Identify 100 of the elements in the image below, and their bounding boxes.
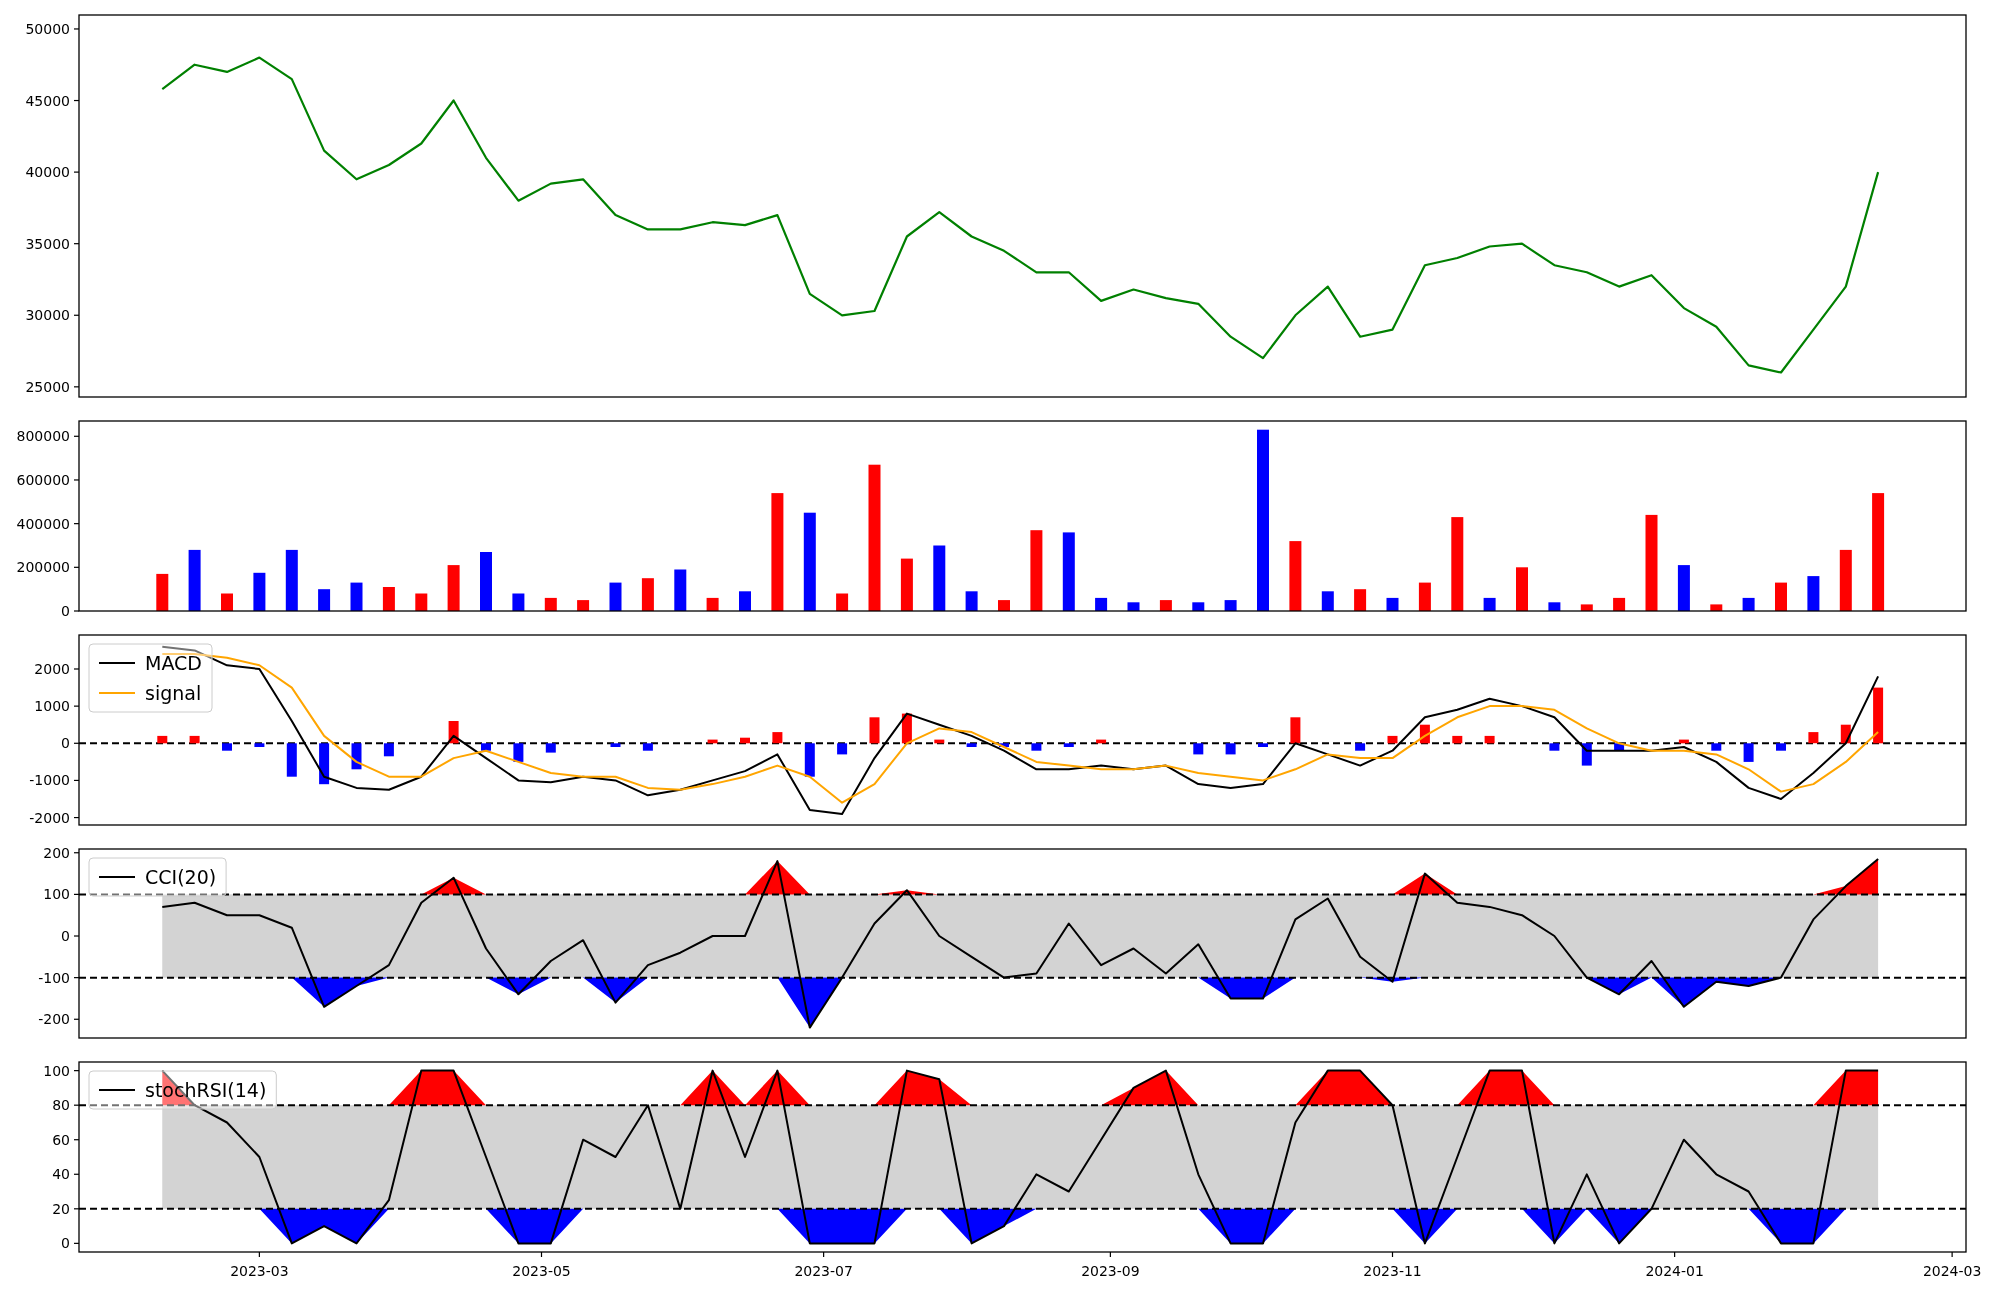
histogram-bar (642, 743, 653, 751)
volume-bar (1159, 600, 1172, 611)
volume-bar (318, 589, 331, 611)
tick-mark (73, 1242, 80, 1244)
y-tick-label: 200 (43, 844, 70, 861)
volume-bar (1710, 604, 1723, 611)
tick-mark (73, 99, 80, 102)
tick-mark (73, 935, 80, 937)
y-tick-label: 600000 (16, 471, 70, 488)
histogram-bar (1873, 687, 1884, 744)
volume-bar (447, 565, 460, 611)
tick-mark (73, 742, 80, 744)
volume-bar (156, 573, 169, 611)
volume-bar (1613, 597, 1626, 611)
tick-mark (73, 610, 80, 612)
histogram-bar (222, 743, 232, 751)
volume-bar (1289, 541, 1302, 611)
histogram-bar (383, 743, 394, 757)
y-tick-label: -2000 (29, 809, 70, 826)
volume-bar (1354, 589, 1367, 611)
volume-bar (1775, 582, 1787, 611)
volume-bar (674, 569, 687, 611)
tick-mark (73, 1208, 80, 1210)
legend-label: stochRSI(14) (145, 1079, 267, 1101)
x-tick-label: 2024-01 (1645, 1263, 1704, 1279)
legend-label: MACD (145, 652, 202, 674)
volume-bar (1839, 549, 1852, 611)
volume-bar (1742, 597, 1755, 611)
y-tick-label: 800000 (16, 428, 70, 445)
histogram-bar (157, 735, 168, 744)
histogram-bar (448, 721, 459, 744)
tick-mark (73, 852, 80, 854)
legend-line-icon (98, 662, 136, 664)
volume-bar (188, 549, 201, 611)
volume-bar (706, 597, 719, 611)
volume-bar (1548, 602, 1561, 611)
y-tick-label: 200000 (16, 559, 70, 576)
tick-mark (1109, 1251, 1111, 1258)
volume-bar (1321, 591, 1334, 611)
tick-mark (73, 566, 80, 568)
y-tick-label: -1000 (29, 772, 70, 789)
tick-mark (73, 1018, 80, 1020)
tick-mark (73, 479, 80, 481)
histogram-bar (837, 743, 848, 755)
y-tick-label: 60 (52, 1131, 70, 1148)
histogram-bar (189, 735, 200, 744)
volume-bar (1224, 600, 1237, 611)
y-tick-label: 0 (61, 735, 70, 752)
tick-mark (73, 243, 80, 245)
legend-line-icon (98, 1089, 136, 1091)
histogram-bar (804, 743, 815, 777)
volume-bar (382, 587, 395, 611)
histogram-bar (934, 739, 945, 744)
histogram-bar (1096, 739, 1107, 744)
volume-bar (1677, 565, 1690, 611)
volume-bar (900, 558, 913, 611)
y-tick-label: 20 (52, 1200, 70, 1217)
volume-bar (577, 600, 590, 611)
volume-bar (1127, 602, 1140, 611)
volume-bar (609, 582, 622, 611)
y-tick-label: 0 (61, 928, 70, 944)
histogram-bar (1225, 743, 1236, 755)
tick-mark (73, 314, 80, 316)
x-tick-label: 2023-09 (1081, 1263, 1140, 1279)
x-tick-label: 2023-03 (230, 1263, 289, 1279)
histogram-bar (1776, 743, 1786, 751)
histogram-bar (1484, 735, 1495, 744)
volume-bar (512, 593, 525, 611)
histogram-bar (999, 743, 1009, 747)
legend-label: signal (145, 682, 202, 704)
x-tick-label: 2023-05 (512, 1263, 571, 1279)
y-tick-label: 0 (61, 1235, 70, 1252)
volume-bar (1386, 597, 1399, 611)
histogram-bar (772, 732, 783, 744)
volume-bar (1095, 597, 1108, 611)
tick-mark (73, 435, 80, 437)
y-tick-label: 40 (52, 1166, 70, 1183)
histogram-bar (1743, 743, 1754, 762)
tick-mark (823, 1251, 825, 1258)
volume-bar (641, 578, 654, 611)
histogram-bar (254, 743, 265, 747)
volume-bar (221, 593, 233, 611)
histogram-bar (1355, 743, 1366, 751)
volume-bar (415, 593, 428, 611)
histogram-bar (1193, 743, 1204, 755)
tick-mark (258, 1251, 260, 1258)
tick-mark (73, 171, 80, 173)
histogram-bar (1840, 724, 1851, 744)
y-tick-label: 30000 (25, 307, 70, 324)
y-tick-label: 50000 (25, 20, 70, 37)
histogram-bar (286, 743, 297, 777)
histogram-bar (740, 737, 750, 744)
y-tick-label: 25000 (25, 378, 70, 395)
volume-bar (350, 582, 363, 611)
histogram-bar (610, 743, 621, 747)
y-tick-label: 0 (61, 603, 70, 619)
tick-mark (73, 705, 80, 707)
volume-bar (480, 552, 492, 611)
histogram-bar (869, 717, 880, 744)
histogram-bar (1549, 743, 1560, 751)
